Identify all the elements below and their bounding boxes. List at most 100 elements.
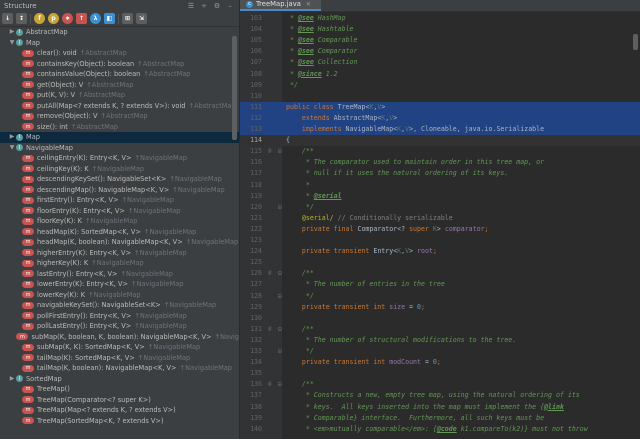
method-row[interactable]: m subMap(K, K): SortedMap<K, V> ↑Navigable… xyxy=(0,342,239,353)
class-row[interactable]: ▶ I AbstractMap xyxy=(0,27,239,38)
code-line[interactable]: 126 @ ⊟ /** xyxy=(240,268,640,279)
method-row[interactable]: m putAll(Map<? extends K, ? extends V>): … xyxy=(0,101,239,112)
method-row[interactable]: m lastEntry(): Entry<K, V> ↑NavigableMap xyxy=(0,269,239,280)
code-line[interactable]: 120 ⊟ */ xyxy=(240,202,640,213)
code-line[interactable]: 115 @ ⊟ /** xyxy=(240,146,640,157)
class-row[interactable]: ▶ I SortedMap xyxy=(0,374,239,385)
method-row[interactable]: m descendingMap(): NavigableMap<K, V> ↑Nav… xyxy=(0,185,239,196)
code-line[interactable]: 133 ⊟ */ xyxy=(240,346,640,357)
code-line[interactable]: 114 { xyxy=(240,135,640,147)
code-line[interactable]: 134 private transient int modCount = 0; xyxy=(240,357,640,368)
code-line[interactable]: 108 * @since 1.2 xyxy=(240,69,640,80)
doc-render-icon[interactable]: @ xyxy=(268,268,271,279)
code-line[interactable]: 136 @ ⊟ /** xyxy=(240,379,640,390)
method-row[interactable]: m tailMap(K): SortedMap<K, V> ↑NavigableMa… xyxy=(0,353,239,364)
show-inherited-icon[interactable]: ↑ xyxy=(76,13,87,24)
code-line[interactable]: 116 * The comparator used to maintain or… xyxy=(240,157,640,168)
doc-render-icon[interactable]: @ xyxy=(268,324,271,335)
expand-icon[interactable]: ⊞ xyxy=(122,13,133,24)
code-line[interactable]: 125 xyxy=(240,257,640,268)
method-row[interactable]: m size(): int ↑AbstractMap xyxy=(0,122,239,133)
method-row[interactable]: m TreeMap(SortedMap<K, ? extends V>) xyxy=(0,416,239,427)
code-line[interactable]: 132 * The number of structural modificat… xyxy=(240,335,640,346)
code-line[interactable]: 117 * null if it uses the natural orderi… xyxy=(240,168,640,179)
editor-scrollbar[interactable] xyxy=(633,34,638,50)
code-line[interactable]: 109 */ xyxy=(240,80,640,91)
sort-alphabetically-icon[interactable]: ↓ xyxy=(2,13,13,24)
code-line[interactable]: 137 * Constructs a new, empty tree map, … xyxy=(240,390,640,401)
code-area[interactable]: 103 * @see HashMap 104 * @see Hashtable 10… xyxy=(240,12,640,439)
method-row[interactable]: m put(K, V): V ↑AbstractMap xyxy=(0,90,239,101)
method-row[interactable]: m headMap(K): SortedMap<K, V> ↑NavigableMa… xyxy=(0,227,239,238)
code-line[interactable]: 122 private final Comparator<? super K> … xyxy=(240,224,640,235)
method-row[interactable]: m TreeMap(Comparator<? super K>) xyxy=(0,395,239,406)
method-row[interactable]: m navigableKeySet(): NavigableSet<K> ↑Navi… xyxy=(0,300,239,311)
code-line[interactable]: 131 @ ⊟ /** xyxy=(240,324,640,335)
collapse-arrow-icon[interactable]: ▼ xyxy=(8,38,16,49)
code-line[interactable]: 104 * @see Hashtable xyxy=(240,24,640,35)
doc-render-icon[interactable]: @ xyxy=(268,146,271,157)
code-line[interactable]: 106 * @see Comparator xyxy=(240,46,640,57)
code-line[interactable]: 112 extends AbstractMap<K,V> xyxy=(240,112,640,124)
code-line[interactable]: 111 public class TreeMap<K,V> xyxy=(240,101,640,113)
code-line[interactable]: 139 * Comparable} interface. Furthermore… xyxy=(240,413,640,424)
method-row[interactable]: m lowerEntry(K): Entry<K, V> ↑NavigableMap xyxy=(0,279,239,290)
fold-icon[interactable]: ⊟ xyxy=(278,379,282,390)
collapse-arrow-icon[interactable]: ▼ xyxy=(8,143,16,154)
doc-render-icon[interactable]: @ xyxy=(268,379,271,390)
method-row[interactable]: m subMap(K, boolean, K, boolean): Navigab… xyxy=(0,332,239,343)
method-row[interactable]: m remove(Object): V ↑AbstractMap xyxy=(0,111,239,122)
minimize-icon[interactable]: – xyxy=(225,1,235,11)
code-line[interactable]: 135 xyxy=(240,368,640,379)
code-line[interactable]: 107 * @see Collection xyxy=(240,57,640,68)
code-line[interactable]: 130 xyxy=(240,313,640,324)
method-row[interactable]: m descendingKeySet(): NavigableSet<K> ↑Nav… xyxy=(0,174,239,185)
method-row[interactable]: m lowerKey(K): K ↑NavigableMap xyxy=(0,290,239,301)
method-row[interactable]: m floorEntry(K): Entry<K, V> ↑NavigableMap xyxy=(0,206,239,217)
code-line[interactable]: 124 private transient Entry<K,V> root; xyxy=(240,246,640,257)
code-line[interactable]: 119 * @serial xyxy=(240,191,640,202)
code-line[interactable]: 118 * xyxy=(240,180,640,191)
fold-icon[interactable]: ⊟ xyxy=(278,346,282,357)
show-fields-icon[interactable]: f xyxy=(34,13,45,24)
code-line[interactable]: 129 private transient int size = 0; xyxy=(240,302,640,313)
method-row[interactable]: m TreeMap() xyxy=(0,384,239,395)
code-line[interactable]: 113 implements NavigableMap<K,V>, Clonea… xyxy=(240,124,640,136)
method-row[interactable]: m pollLastEntry(): Entry<K, V> ↑NavigableM… xyxy=(0,321,239,332)
fold-icon[interactable]: ⊟ xyxy=(278,268,282,279)
show-lambdas-icon[interactable]: λ xyxy=(90,13,101,24)
method-row[interactable]: m firstEntry(): Entry<K, V> ↑NavigableMap xyxy=(0,195,239,206)
code-line[interactable]: 123 xyxy=(240,235,640,246)
method-row[interactable]: m floorKey(K): K ↑NavigableMap xyxy=(0,216,239,227)
method-row[interactable]: m tailMap(K, boolean): NavigableMap<K, V>… xyxy=(0,363,239,374)
show-anonymous-icon[interactable]: ◧ xyxy=(104,13,115,24)
method-row[interactable]: m higherEntry(K): Entry<K, V> ↑NavigableMa… xyxy=(0,248,239,259)
class-row[interactable]: ▼ I NavigableMap xyxy=(0,143,239,154)
structure-scrollbar[interactable] xyxy=(232,36,237,140)
method-row[interactable]: m containsKey(Object): boolean ↑AbstractMa… xyxy=(0,59,239,70)
class-row[interactable]: ▼ I Map xyxy=(0,38,239,49)
fold-icon[interactable]: ⊟ xyxy=(278,291,282,302)
expand-arrow-icon[interactable]: ▶ xyxy=(8,374,16,385)
close-icon[interactable]: ✕ xyxy=(306,1,311,8)
sort-visibility-icon[interactable]: ↕ xyxy=(16,13,27,24)
gear-icon[interactable]: ⚙ xyxy=(212,1,222,11)
show-properties-icon[interactable]: p xyxy=(48,13,59,24)
code-line[interactable]: 103 * @see HashMap xyxy=(240,13,640,24)
method-row[interactable]: m higherKey(K): K ↑NavigableMap xyxy=(0,258,239,269)
method-row[interactable]: m clear(): void ↑AbstractMap xyxy=(0,48,239,59)
code-line[interactable]: 127 * The number of entries in the tree xyxy=(240,279,640,290)
code-line[interactable]: 128 ⊟ */ xyxy=(240,291,640,302)
method-row[interactable]: m containsValue(Object): boolean ↑Abstract… xyxy=(0,69,239,80)
expand-arrow-icon[interactable]: ▶ xyxy=(8,132,16,143)
expand-arrow-icon[interactable]: ▶ xyxy=(8,27,16,38)
method-row[interactable]: m get(Object): V ↑AbstractMap xyxy=(0,80,239,91)
code-line[interactable]: 105 * @see Comparable xyxy=(240,35,640,46)
method-row[interactable]: m ceilingEntry(K): Entry<K, V> ↑NavigableM… xyxy=(0,153,239,164)
code-line[interactable]: 110 xyxy=(240,91,640,102)
method-row[interactable]: m pollFirstEntry(): Entry<K, V> ↑Navigable… xyxy=(0,311,239,322)
tab-treemap-java[interactable]: c TreeMap.java ✕ xyxy=(240,0,321,11)
method-row[interactable]: m ceilingKey(K): K ↑NavigableMap xyxy=(0,164,239,175)
show-non-public-icon[interactable]: ∗ xyxy=(62,13,73,24)
code-line[interactable]: 121 @serial/ // Conditionally serializab… xyxy=(240,213,640,224)
